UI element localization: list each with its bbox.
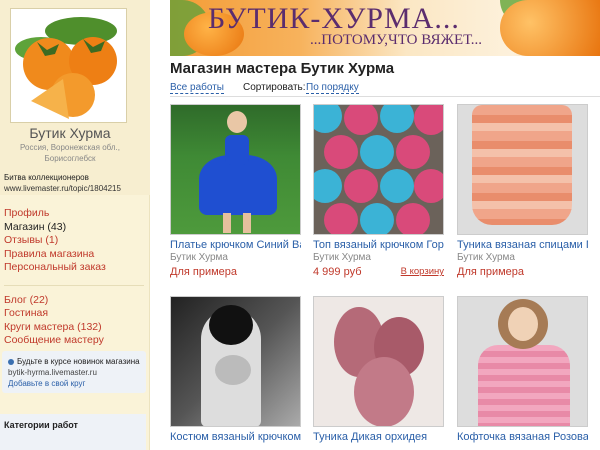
follow-box: Будьте в курсе новинок магазина bytik-hy… [2, 351, 146, 393]
product-card[interactable]: Кофточка вязаная Розова [457, 296, 588, 443]
product-image[interactable] [170, 104, 301, 235]
shop-card: Бутик Хурма Россия, Воронежская обл., Бо… [0, 0, 150, 195]
face-shape [508, 307, 538, 341]
petal-shape [354, 357, 414, 426]
product-title[interactable]: Туника вязаная спицами Г [457, 239, 588, 251]
sidebar-item-custom-order[interactable]: Персональный заказ [4, 261, 144, 275]
bodice-shape [225, 135, 249, 165]
doily-motif [380, 169, 414, 203]
follow-address: bytik-hyrma.livemaster.ru [8, 368, 97, 377]
product-image[interactable] [170, 296, 301, 427]
notification-icon [8, 358, 14, 365]
sort-select[interactable]: По порядку [306, 82, 359, 94]
doily-motif [324, 135, 358, 169]
add-to-cart-link[interactable]: В корзину [401, 266, 444, 277]
product-card[interactable]: Туника Дикая орхидея [313, 296, 444, 443]
shop-name[interactable]: Бутик Хурма [0, 125, 140, 141]
persimmon-logo-icon [11, 9, 126, 122]
contest-link[interactable]: www.livemaster.ru/topic/1804215 [4, 184, 121, 193]
product-price: Для примера [170, 266, 238, 278]
sidebar-menu: Профиль Магазин (43) Отзывы (1) Правила … [4, 207, 144, 348]
sidebar-item-reviews[interactable]: Отзывы (1) [4, 234, 144, 248]
doily-motif [360, 135, 394, 169]
doily-motif [344, 105, 378, 135]
leg-shape [223, 213, 231, 233]
banner-subtitle: ...ПОТОМУ,ЧТО ВЯЖЕТ... [310, 32, 483, 48]
sidebar-item-blog[interactable]: Блог (22) [4, 294, 144, 308]
product-author[interactable]: Бутик Хурма [170, 252, 228, 263]
hair-shape [209, 305, 253, 345]
sidebar: Бутик Хурма Россия, Воронежская обл., Бо… [0, 0, 150, 450]
doily-motif [344, 169, 378, 203]
shop-banner: БУТИК-ХУРМА... ...ПОТОМУ,ЧТО ВЯЖЕТ... [170, 0, 600, 56]
contest-label: Битва коллекционеров [4, 173, 89, 182]
doily-motif [396, 135, 430, 169]
product-price: Для примера [457, 266, 525, 278]
sweater-shape [478, 345, 570, 426]
doily-motif [324, 203, 358, 234]
product-image[interactable] [313, 104, 444, 235]
add-to-circle-link[interactable]: Добавьте в свой круг [8, 378, 142, 389]
product-author[interactable]: Бутик Хурма [457, 252, 515, 263]
product-card[interactable]: Топ вязаный крючком Гор Бутик Хурма 4 99… [313, 104, 444, 278]
head-shape [227, 111, 247, 133]
product-price: 4 999 руб [313, 266, 362, 278]
product-author[interactable]: Бутик Хурма [313, 252, 371, 263]
doily-motif [396, 203, 430, 234]
product-image[interactable] [457, 104, 588, 235]
product-title[interactable]: Костюм вязаный крючком [170, 431, 301, 443]
sidebar-item-message[interactable]: Сообщение мастеру [4, 334, 144, 348]
sidebar-item-profile[interactable]: Профиль [4, 207, 144, 221]
product-card[interactable]: Платье крючком Синий Ва Бутик Хурма Для … [170, 104, 301, 278]
product-image[interactable] [313, 296, 444, 427]
product-card[interactable]: Туника вязаная спицами Г Бутик Хурма Для… [457, 104, 588, 278]
product-title[interactable]: Кофточка вязаная Розова [457, 431, 588, 443]
persimmon-decoration [500, 0, 600, 56]
banner-title: БУТИК-ХУРМА... [208, 2, 460, 35]
sort-label: Сортировать: [243, 82, 306, 93]
sidebar-item-circles[interactable]: Круги мастера (132) [4, 321, 144, 335]
tunic-shape [472, 105, 572, 225]
product-image[interactable] [457, 296, 588, 427]
all-works-link[interactable]: Все работы [170, 82, 224, 94]
doily-motif [360, 203, 394, 234]
menu-divider [4, 284, 144, 286]
shop-location: Россия, Воронежская обл., Борисоглебск [20, 143, 120, 163]
shop-avatar[interactable] [10, 8, 127, 123]
product-card[interactable]: Костюм вязаный крючком [170, 296, 301, 443]
categories-header[interactable]: Категории работ [0, 414, 146, 450]
doily-motif [314, 105, 342, 133]
doily-motif [414, 105, 443, 135]
sidebar-item-shop[interactable]: Магазин (43) [4, 221, 144, 235]
product-title[interactable]: Топ вязаный крючком Гор [313, 239, 444, 251]
page-title: Магазин мастера Бутик Хурма [170, 60, 395, 77]
sidebar-item-lounge[interactable]: Гостиная [4, 307, 144, 321]
doily-motif [314, 169, 342, 203]
follow-text: Будьте в курсе новинок магазина [17, 357, 140, 366]
product-title[interactable]: Туника Дикая орхидея [313, 431, 444, 443]
doily-motif [380, 105, 414, 133]
divider [170, 96, 600, 97]
leg-shape [243, 213, 251, 233]
sidebar-item-rules[interactable]: Правила магазина [4, 248, 144, 262]
contest-block: Битва коллекционеров www.livemaster.ru/t… [4, 172, 144, 194]
dog-shape [215, 355, 251, 385]
doily-motif [414, 169, 443, 203]
product-title[interactable]: Платье крючком Синий Ва [170, 239, 301, 251]
